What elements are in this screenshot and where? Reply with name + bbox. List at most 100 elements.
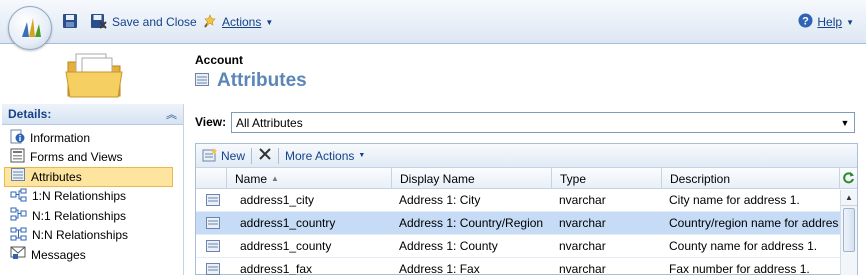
- relationship-icon: [10, 207, 27, 224]
- grid-scrollbar[interactable]: ▲: [840, 190, 857, 275]
- view-select-value: All Attributes: [236, 115, 303, 130]
- attribute-icon: [206, 240, 220, 255]
- help-icon: ?: [798, 13, 813, 31]
- column-header-icon: [196, 168, 226, 189]
- nav-item-label: Information: [30, 130, 91, 145]
- table-row[interactable]: address1_city Address 1: City nvarchar C…: [196, 189, 857, 212]
- help-label: Help: [817, 15, 843, 29]
- cell-type: nvarchar: [559, 239, 606, 253]
- cell-type: nvarchar: [559, 262, 606, 275]
- table-row[interactable]: address1_fax Address 1: Fax nvarchar Fax…: [196, 258, 857, 275]
- nav-item-n1-relationships[interactable]: N:1 Relationships: [4, 206, 173, 226]
- nav-item-messages[interactable]: Messages: [4, 245, 173, 265]
- more-actions-label: More Actions: [285, 148, 355, 163]
- column-header-label: Display Name: [400, 171, 475, 186]
- nav-item-label: N:N Relationships: [32, 228, 129, 243]
- nav-item-label: Messages: [31, 247, 86, 262]
- actions-label: Actions: [222, 15, 262, 29]
- delete-icon: [258, 147, 272, 164]
- attribute-icon: [206, 263, 220, 275]
- delete-button[interactable]: [258, 147, 272, 164]
- column-header-type[interactable]: Type: [551, 168, 661, 189]
- chevron-down-icon: ▼: [358, 152, 366, 159]
- sort-ascending-icon: ▲: [271, 174, 279, 183]
- view-label: View:: [195, 115, 227, 129]
- nav-item-nn-relationships[interactable]: N:N Relationships: [4, 226, 173, 246]
- entity-name: Account: [195, 53, 243, 67]
- nav-item-label: Forms and Views: [30, 150, 123, 165]
- attributes-grid: New More Actions ▼ Name ▲ Display Name T…: [195, 143, 858, 275]
- page-title-text: Attributes: [217, 70, 307, 91]
- table-row[interactable]: address1_country Address 1: Country/Regi…: [196, 212, 857, 235]
- new-icon: [202, 147, 218, 165]
- scroll-up-icon[interactable]: ▲: [841, 190, 857, 206]
- cell-display-name: Address 1: Country/Region: [399, 216, 544, 230]
- app-logo[interactable]: [8, 6, 52, 50]
- nav-item-label: Attributes: [31, 169, 82, 184]
- cell-display-name: Address 1: City: [399, 193, 481, 207]
- attribute-icon: [206, 217, 220, 232]
- collapse-icon[interactable]: ︽: [166, 106, 177, 122]
- relationship-icon: [10, 188, 27, 205]
- refresh-button[interactable]: [839, 168, 857, 189]
- more-actions-menu[interactable]: More Actions ▼: [285, 149, 365, 163]
- help-menu[interactable]: ? Help ▼: [798, 12, 854, 32]
- top-toolbar: Save and Close Actions ▼ ? Help ▼: [0, 0, 866, 44]
- svg-text:?: ?: [803, 16, 810, 28]
- cell-name: address1_city: [240, 193, 315, 207]
- new-label: New: [221, 148, 246, 163]
- column-header-label: Type: [560, 171, 587, 186]
- cell-name: address1_country: [240, 216, 336, 230]
- attributes-icon: [195, 73, 209, 89]
- new-button[interactable]: New: [202, 147, 245, 165]
- column-header-display-name[interactable]: Display Name: [391, 168, 551, 189]
- details-title: Details:: [8, 107, 52, 121]
- table-row[interactable]: address1_county Address 1: County nvarch…: [196, 235, 857, 258]
- chevron-down-icon: ▼: [265, 17, 274, 27]
- cell-name: address1_county: [240, 239, 332, 253]
- cell-display-name: Address 1: Fax: [399, 262, 480, 275]
- details-header[interactable]: Details: ︽: [2, 104, 183, 125]
- chevron-down-icon[interactable]: ▼: [836, 118, 854, 128]
- info-icon: [10, 129, 25, 147]
- grid-header: Name ▲ Display Name Type Description: [196, 168, 857, 189]
- cell-type: nvarchar: [559, 193, 606, 207]
- folder-icon: [62, 50, 128, 100]
- cell-description: Fax number for address 1.: [669, 262, 810, 275]
- toolbar-divider: [251, 147, 253, 164]
- cell-type: nvarchar: [559, 216, 606, 230]
- column-header-name[interactable]: Name ▲: [226, 168, 391, 189]
- details-nav: Details: ︽ Information Forms and Views A…: [2, 104, 184, 275]
- messages-icon: [10, 246, 26, 263]
- column-header-label: Name: [235, 171, 268, 186]
- cell-display-name: Address 1: County: [399, 239, 498, 253]
- attributes-icon: [11, 168, 26, 185]
- nav-item-attributes[interactable]: Attributes: [4, 167, 173, 187]
- relationship-icon: [10, 227, 27, 244]
- nav-item-forms-and-views[interactable]: Forms and Views: [4, 148, 173, 168]
- attribute-icon: [206, 194, 220, 209]
- cell-name: address1_fax: [240, 262, 313, 275]
- column-header-label: Description: [670, 171, 731, 186]
- cell-description: City name for address 1.: [669, 193, 800, 207]
- page-title: Attributes: [195, 70, 307, 92]
- chevron-down-icon: ▼: [846, 17, 854, 27]
- view-select[interactable]: All Attributes ▼: [231, 112, 855, 133]
- save-and-close-button[interactable]: Save and Close: [90, 12, 197, 32]
- scroll-thumb[interactable]: [843, 208, 855, 252]
- nav-item-1n-relationships[interactable]: 1:N Relationships: [4, 187, 173, 207]
- save-and-close-label: Save and Close: [112, 15, 197, 29]
- cell-description: County name for address 1.: [669, 239, 818, 253]
- actions-icon: [202, 13, 218, 32]
- nav-item-label: N:1 Relationships: [32, 208, 127, 223]
- nav-item-information[interactable]: Information: [4, 128, 173, 148]
- save-button[interactable]: [62, 12, 78, 32]
- save-close-icon: [90, 13, 108, 32]
- refresh-icon: [842, 171, 855, 187]
- toolbar-divider: [278, 147, 280, 164]
- save-icon: [62, 13, 78, 32]
- column-header-description[interactable]: Description: [661, 168, 839, 189]
- cell-description: Country/region name for address: [669, 216, 839, 230]
- nav-item-label: 1:N Relationships: [32, 189, 127, 204]
- actions-menu[interactable]: Actions ▼: [202, 12, 273, 32]
